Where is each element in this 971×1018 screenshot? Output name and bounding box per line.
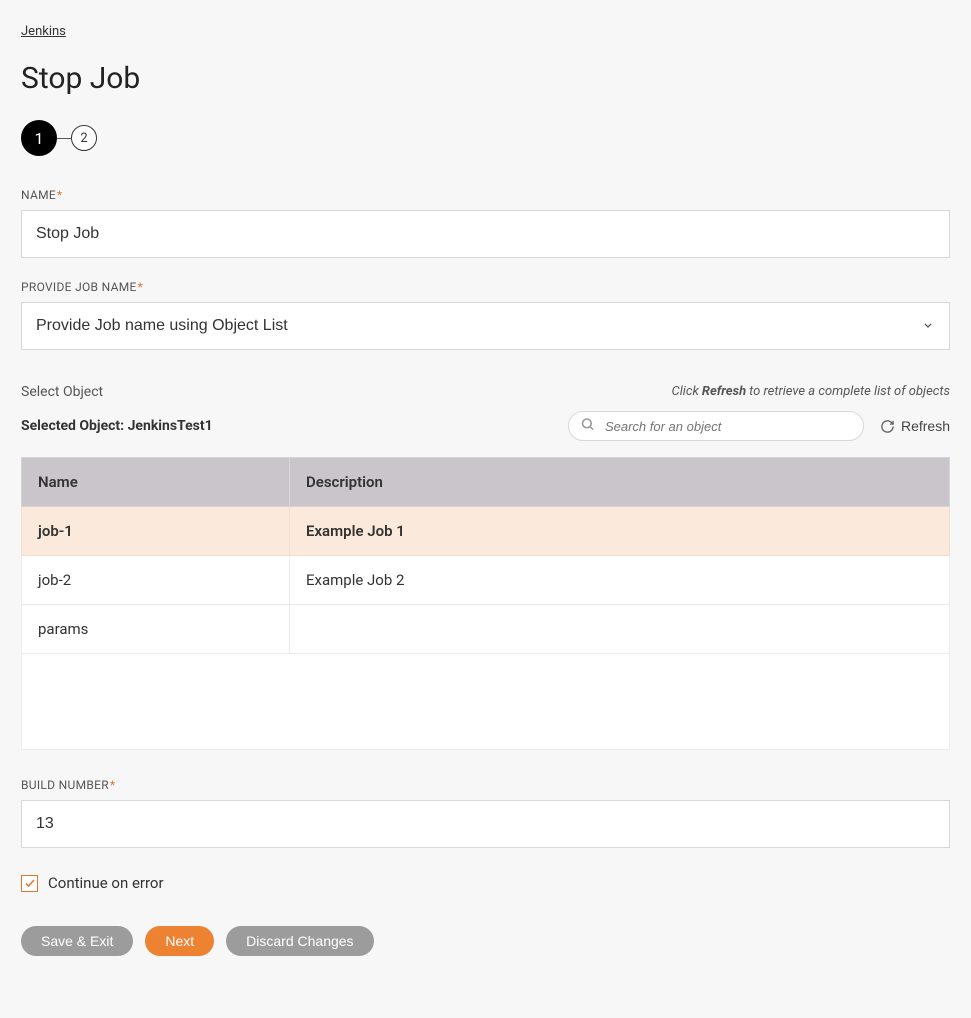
table-row[interactable]: job-1 Example Job 1 [22, 507, 950, 556]
discard-button[interactable]: Discard Changes [226, 926, 373, 956]
cell-description: Example Job 2 [290, 556, 950, 605]
object-table: Name Description job-1 Example Job 1 job… [21, 457, 950, 750]
provide-job-select[interactable] [21, 302, 950, 350]
search-icon [580, 417, 595, 436]
stepper: 1 2 [21, 120, 950, 156]
refresh-button[interactable]: Refresh [880, 418, 950, 434]
field-name: NAME* [21, 188, 950, 258]
continue-on-error-row[interactable]: Continue on error [21, 874, 950, 892]
save-exit-button[interactable]: Save & Exit [21, 926, 133, 956]
step-connector [57, 138, 71, 139]
selected-object-label: Selected Object: JenkinsTest1 [21, 418, 552, 434]
search-input[interactable] [568, 411, 864, 441]
cell-name: job-1 [22, 507, 290, 556]
col-header-name[interactable]: Name [22, 458, 290, 507]
required-star: * [110, 778, 115, 792]
cell-description: Example Job 1 [290, 507, 950, 556]
required-star: * [138, 280, 143, 294]
object-toolbar: Selected Object: JenkinsTest1 Refresh [21, 411, 950, 441]
check-icon [24, 877, 36, 889]
field-build-number: BUILD NUMBER* [21, 778, 950, 848]
step-1[interactable]: 1 [21, 120, 57, 156]
table-row[interactable]: params [22, 605, 950, 654]
cell-name: job-2 [22, 556, 290, 605]
step-2[interactable]: 2 [71, 125, 97, 151]
name-input[interactable] [21, 210, 950, 258]
build-number-label-text: BUILD NUMBER [21, 778, 109, 792]
required-star: * [57, 188, 62, 202]
provide-job-label-text: PROVIDE JOB NAME [21, 280, 137, 294]
search-wrap [568, 411, 864, 441]
name-label-text: NAME [21, 188, 56, 202]
breadcrumb: Jenkins [21, 20, 950, 39]
name-label: NAME* [21, 188, 950, 202]
refresh-icon [880, 419, 895, 434]
hint-suffix: to retrieve a complete list of objects [749, 384, 950, 399]
refresh-hint: Click Refresh to retrieve a complete lis… [21, 384, 950, 399]
page-title: Stop Job [21, 61, 950, 96]
col-header-description[interactable]: Description [290, 458, 950, 507]
breadcrumb-link-jenkins[interactable]: Jenkins [21, 24, 66, 39]
provide-job-label: PROVIDE JOB NAME* [21, 280, 950, 294]
field-provide-job: PROVIDE JOB NAME* [21, 280, 950, 350]
build-number-input[interactable] [21, 800, 950, 848]
button-row: Save & Exit Next Discard Changes [21, 926, 950, 956]
object-table-wrap: Name Description job-1 Example Job 1 job… [21, 457, 950, 750]
hint-prefix: Click [672, 384, 699, 399]
hint-bold: Refresh [702, 384, 746, 399]
continue-checkbox[interactable] [21, 875, 38, 892]
cell-name: params [22, 605, 290, 654]
cell-description [290, 605, 950, 654]
table-row-empty [22, 654, 950, 750]
refresh-label: Refresh [901, 418, 950, 434]
table-row[interactable]: job-2 Example Job 2 [22, 556, 950, 605]
next-button[interactable]: Next [145, 926, 214, 956]
build-number-label: BUILD NUMBER* [21, 778, 950, 792]
continue-label: Continue on error [48, 874, 164, 892]
